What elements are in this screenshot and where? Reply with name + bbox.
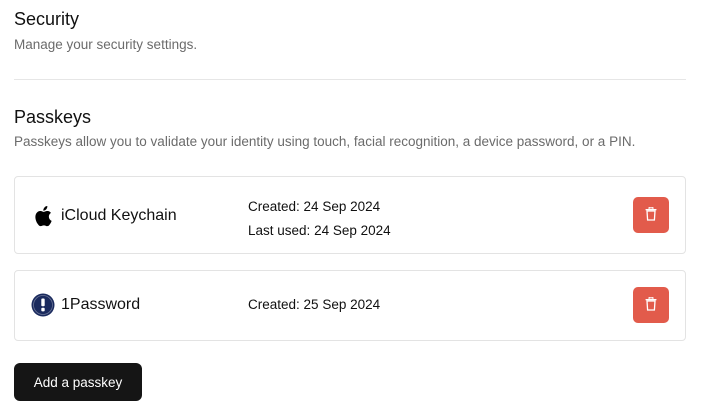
add-passkey-button[interactable]: Add a passkey <box>14 363 142 401</box>
passkey-provider: 1Password <box>31 293 140 317</box>
security-title: Security <box>14 9 80 29</box>
last-used-date: 24 Sep 2024 <box>314 223 391 238</box>
created-label: Created: <box>248 199 300 214</box>
passkey-card-1password: 1Password Created: 25 Sep 2024 <box>14 270 686 341</box>
section-divider <box>14 79 686 80</box>
delete-passkey-button[interactable] <box>633 197 669 233</box>
passkey-name: 1Password <box>61 296 141 313</box>
last-used-line: Last used: 24 Sep 2024 <box>248 219 391 243</box>
created-date: 25 Sep 2024 <box>303 297 381 312</box>
passkeys-subtitle: Passkeys allow you to validate your iden… <box>14 134 636 149</box>
created-line: Created: 25 Sep 2024 <box>248 297 380 313</box>
security-subtitle: Manage your security settings. <box>14 37 198 52</box>
delete-passkey-button[interactable] <box>633 287 669 323</box>
passkey-dates: Created: 25 Sep 2024 <box>248 297 380 313</box>
trash-icon <box>645 296 657 314</box>
passkey-dates: Created: 24 Sep 2024 Last used: 24 Sep 2… <box>248 195 391 243</box>
created-label: Created: <box>248 297 300 312</box>
passkey-provider: iCloud Keychain <box>31 204 177 228</box>
created-line: Created: 24 Sep 2024 <box>248 195 391 219</box>
passkeys-title: Passkeys <box>14 107 92 127</box>
created-date: 24 Sep 2024 <box>303 199 381 214</box>
last-used-label: Last used: <box>248 223 311 238</box>
trash-icon <box>645 206 657 224</box>
passkey-card-icloud-keychain: iCloud Keychain Created: 24 Sep 2024 Las… <box>14 176 686 254</box>
1password-icon <box>31 293 55 317</box>
passkey-name: iCloud Keychain <box>61 207 177 224</box>
apple-icon <box>31 204 55 228</box>
